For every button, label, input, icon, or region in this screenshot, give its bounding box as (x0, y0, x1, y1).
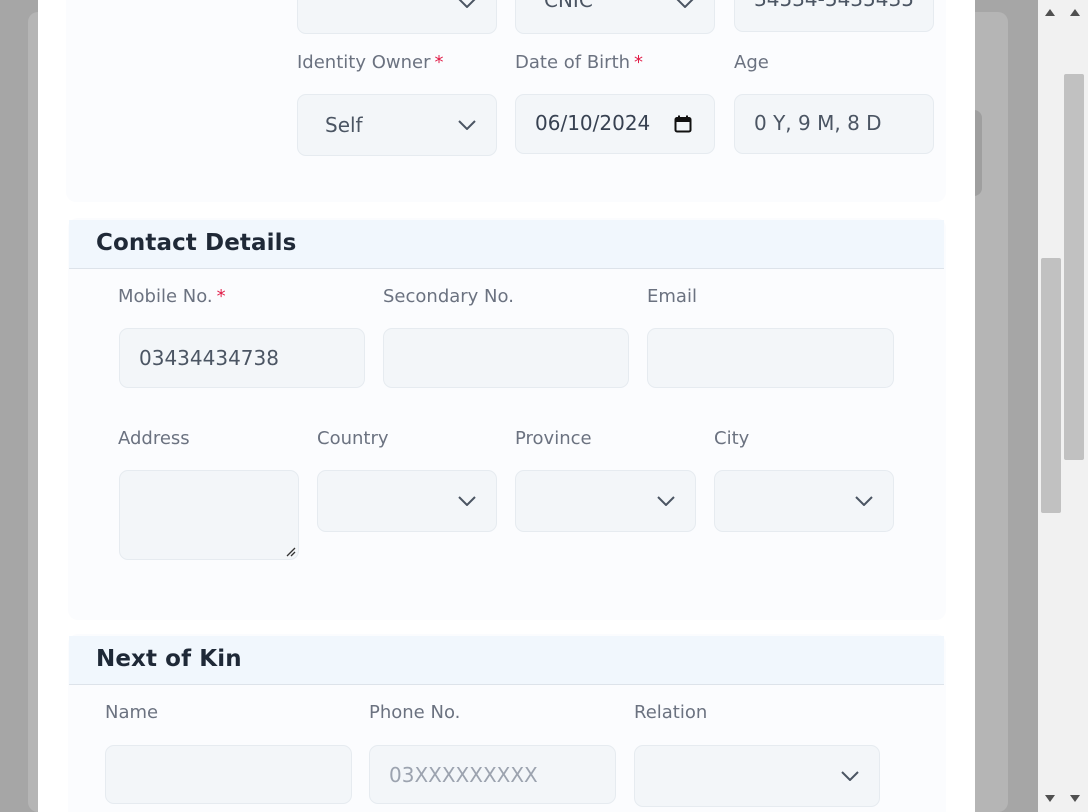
modal-scrollbar-track[interactable] (1041, 18, 1061, 792)
kin-phone-input[interactable]: 03XXXXXXXXX (369, 745, 616, 804)
kin-relation-select[interactable] (634, 745, 880, 807)
contact-details-header: Contact Details (69, 220, 944, 269)
mobile-value: 03434434738 (139, 346, 279, 370)
dob-label: Date of Birth * (515, 52, 644, 73)
age-field: 0 Y, 9 M, 8 D (734, 94, 934, 154)
page-scrollbar-thumb[interactable] (1064, 74, 1084, 460)
identity-owner-value: Self (325, 113, 363, 137)
contact-details-title: Contact Details (96, 230, 297, 256)
city-select[interactable] (714, 470, 894, 532)
required-mark: * (216, 286, 226, 307)
arrow-down-icon[interactable] (1045, 795, 1055, 803)
city-label: City (714, 428, 750, 449)
chevron-down-icon (458, 0, 476, 8)
arrow-up-icon[interactable] (1045, 8, 1055, 16)
secondary-label: Secondary No. (383, 286, 514, 307)
chevron-down-icon (676, 0, 694, 8)
top-select[interactable] (297, 0, 497, 34)
id-number-value: 34534-5435435 (754, 0, 914, 11)
identity-owner-select[interactable]: Self (297, 94, 497, 156)
page-scrollbar-track[interactable] (1064, 18, 1084, 792)
kin-relation-label: Relation (634, 702, 708, 723)
chevron-down-icon (458, 496, 476, 506)
address-label: Address (118, 428, 190, 449)
dob-value: 06/10/2024 (535, 111, 651, 135)
identity-owner-label: Identity Owner * (297, 52, 444, 73)
id-type-select[interactable]: CNIC (515, 0, 715, 34)
province-select[interactable] (515, 470, 696, 532)
kin-name-input[interactable] (105, 745, 352, 804)
page-scrollbar[interactable] (1038, 0, 1088, 812)
mobile-input[interactable]: 03434434738 (119, 328, 365, 388)
modal-scrollbar-thumb[interactable] (1041, 257, 1061, 514)
required-mark: * (634, 52, 644, 73)
age-label: Age (734, 52, 769, 73)
id-number-field[interactable]: 34534-5435435 (734, 0, 934, 32)
resize-handle-icon[interactable] (284, 545, 296, 557)
province-label: Province (515, 428, 592, 449)
chevron-down-icon (458, 120, 476, 130)
email-label: Email (647, 286, 697, 307)
arrow-down-icon[interactable] (1070, 795, 1080, 803)
next-of-kin-header: Next of Kin (69, 636, 944, 685)
address-textarea[interactable] (119, 470, 299, 560)
next-of-kin-title: Next of Kin (96, 646, 242, 672)
kin-name-label: Name (105, 702, 159, 723)
kin-phone-label: Phone No. (369, 702, 461, 723)
kin-phone-placeholder: 03XXXXXXXXX (389, 762, 538, 787)
secondary-input[interactable] (383, 328, 629, 388)
arrow-up-icon[interactable] (1070, 8, 1080, 16)
age-value: 0 Y, 9 M, 8 D (754, 111, 882, 135)
mobile-label: Mobile No. * (118, 286, 226, 307)
id-type-value: CNIC (544, 0, 593, 12)
chevron-down-icon (841, 771, 859, 781)
country-label: Country (317, 428, 389, 449)
email-input[interactable] (647, 328, 894, 388)
calendar-icon[interactable] (674, 115, 692, 133)
chevron-down-icon (855, 496, 873, 506)
required-mark: * (434, 52, 444, 73)
patient-registration-modal: CNIC 34534-5435435 Identity Owner* Date … (38, 0, 975, 812)
country-select[interactable] (317, 470, 497, 532)
dob-input[interactable]: 06/10/2024 (515, 94, 715, 154)
chevron-down-icon (657, 496, 675, 506)
